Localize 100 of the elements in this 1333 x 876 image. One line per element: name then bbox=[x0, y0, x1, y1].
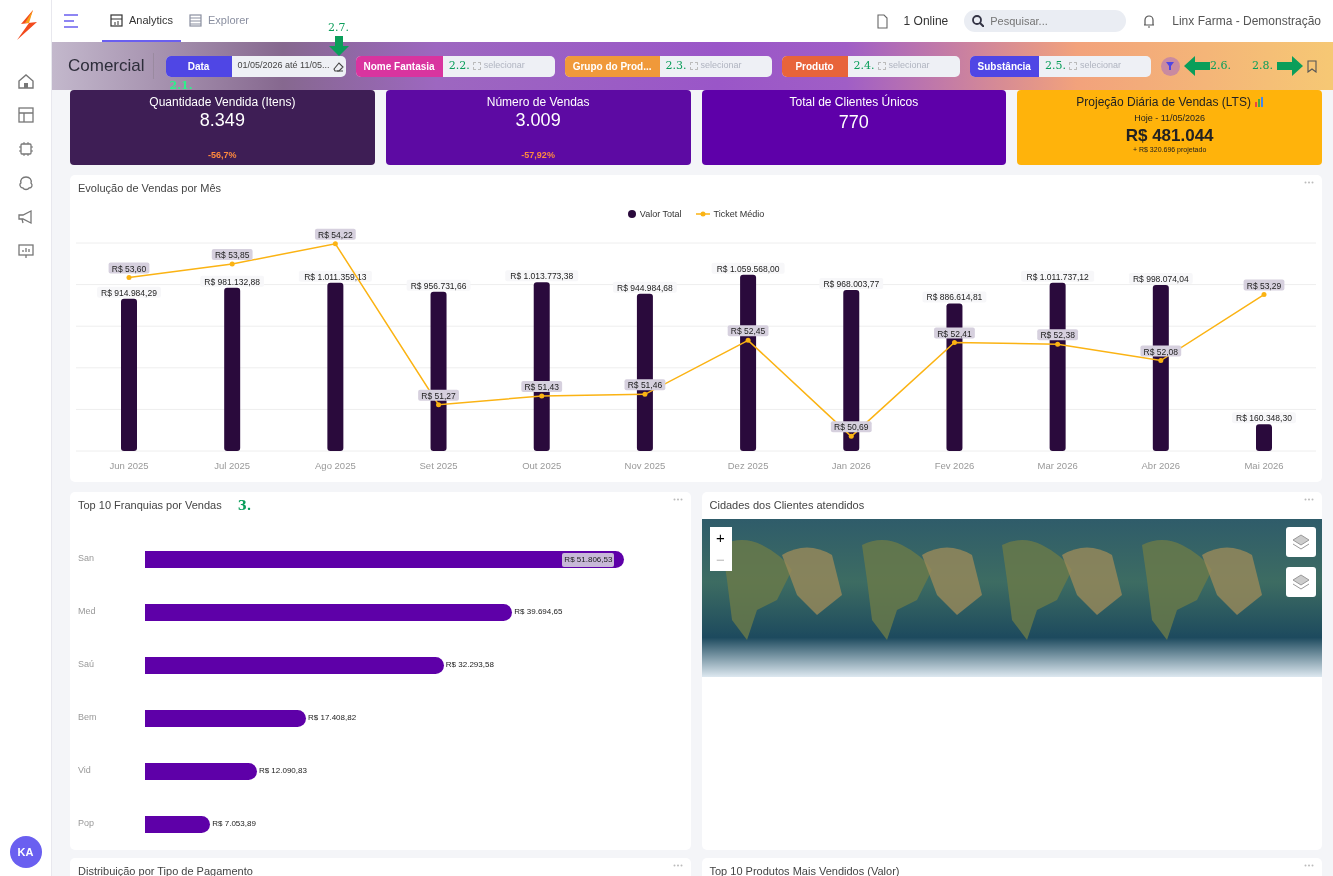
data-label: R$ 51,46 bbox=[627, 380, 663, 391]
filter-label-button[interactable]: Nome Fantasia bbox=[355, 55, 443, 77]
arrow-icon bbox=[1277, 56, 1303, 76]
legend-label: Valor Total bbox=[639, 207, 682, 221]
megaphone-icon[interactable] bbox=[16, 208, 35, 226]
presentation-icon[interactable] bbox=[16, 242, 35, 260]
kpi-title: Total de Clientes Únicos bbox=[789, 93, 919, 111]
axis-label: Jun 2025 bbox=[109, 460, 149, 471]
layers-button[interactable] bbox=[1286, 526, 1316, 557]
nav-tab[interactable]: Explorer bbox=[181, 0, 257, 42]
data-label: R$ 32.293,58 bbox=[444, 659, 495, 671]
filter-label-button[interactable]: Grupo do Prod... bbox=[564, 55, 660, 77]
brain-icon[interactable] bbox=[16, 174, 35, 192]
annotation-label: 2.6. bbox=[1209, 57, 1231, 74]
layers-icon bbox=[1291, 572, 1311, 591]
axis-label: Abr 2026 bbox=[1141, 460, 1181, 471]
data-point bbox=[539, 393, 545, 399]
checkbox-icon bbox=[877, 62, 886, 70]
bar bbox=[1256, 424, 1272, 451]
axis-label: Saú bbox=[77, 658, 95, 672]
search-field[interactable]: Pesquisar... bbox=[964, 10, 1127, 32]
data-point bbox=[1158, 358, 1164, 364]
axis-label: Jan 2026 bbox=[831, 460, 871, 471]
data-label: R$ 51.806,53 bbox=[562, 552, 615, 567]
filter-label-button[interactable]: Data bbox=[165, 55, 232, 77]
chip-icon[interactable] bbox=[16, 140, 35, 158]
data-point bbox=[126, 275, 132, 281]
axis-label: Mai 2026 bbox=[1244, 460, 1284, 471]
axis-label: Out 2025 bbox=[522, 460, 562, 471]
annotation-label: 2.7. bbox=[328, 19, 350, 36]
bookmark-icon[interactable] bbox=[1307, 59, 1317, 73]
data-point bbox=[436, 402, 442, 408]
card-title: Cidades dos Clientes atendidos bbox=[708, 498, 866, 513]
eraser-icon[interactable] bbox=[332, 60, 345, 72]
data-label: R$ 1.059.568,00 bbox=[716, 263, 780, 274]
data-label: R$ 52,41 bbox=[937, 328, 972, 339]
annotation-label: 2.2. bbox=[448, 57, 470, 74]
kpi-value: 8.349 bbox=[199, 111, 245, 131]
annotation-label: 2.5. bbox=[1044, 57, 1066, 74]
legend-label: Ticket Médio bbox=[713, 207, 765, 221]
axis-label: Dez 2025 bbox=[727, 460, 769, 471]
data-label: R$ 998.074,04 bbox=[1132, 273, 1189, 284]
data-point bbox=[642, 391, 648, 397]
filter-select-field[interactable]: 2.2. selecionar bbox=[442, 55, 555, 77]
data-label: R$ 51,43 bbox=[524, 382, 559, 392]
checkbox-icon bbox=[1068, 62, 1077, 70]
filter-value: 01/05/2026 até 11/05... bbox=[237, 59, 330, 73]
axis-label: Nov 2025 bbox=[624, 460, 666, 471]
document-icon[interactable] bbox=[875, 13, 888, 29]
tenant-name[interactable]: Linx Farma - Demonstração bbox=[1172, 12, 1321, 30]
data-label: R$ 51,27 bbox=[421, 390, 456, 401]
data-label: R$ 7.053,89 bbox=[211, 818, 257, 830]
data-point bbox=[1261, 292, 1267, 297]
filter-placeholder: selecionar bbox=[483, 59, 525, 73]
more-icon[interactable] bbox=[1304, 181, 1314, 184]
menu-icon[interactable] bbox=[64, 14, 78, 28]
kpi-title: Número de Vendas bbox=[486, 94, 590, 111]
filter-label-button[interactable]: Produto bbox=[781, 55, 848, 77]
more-icon[interactable] bbox=[672, 498, 683, 501]
data-point bbox=[745, 337, 751, 343]
axis-label: Vid bbox=[77, 764, 92, 778]
chart-title: Top 10 Franquias por Vendas bbox=[77, 498, 223, 513]
filter-label-button[interactable]: Substância bbox=[969, 55, 1039, 77]
data-point bbox=[229, 261, 235, 267]
data-label: R$ 12.090,83 bbox=[257, 765, 308, 777]
kpi-subtitle: Hoje - 11/05/2026 bbox=[1134, 112, 1206, 125]
axis-label: Jul 2025 bbox=[214, 460, 251, 471]
data-label: R$ 160.348,30 bbox=[1236, 413, 1292, 424]
table-icon[interactable] bbox=[16, 106, 35, 124]
filter-button[interactable] bbox=[1160, 56, 1180, 76]
data-point bbox=[1055, 341, 1061, 347]
data-label: R$ 39.694,65 bbox=[513, 606, 564, 618]
data-label: R$ 1.013.773,38 bbox=[510, 271, 574, 282]
layers-button[interactable] bbox=[1286, 566, 1316, 597]
funnel-icon bbox=[1166, 62, 1175, 70]
annotation-label: 2.3. bbox=[665, 57, 687, 74]
user-avatar[interactable]: KA bbox=[9, 836, 42, 868]
more-icon[interactable] bbox=[1304, 498, 1314, 501]
chart-icon bbox=[110, 13, 123, 27]
data-label: R$ 52,38 bbox=[1040, 330, 1075, 341]
axis-label: Mar 2026 bbox=[1037, 460, 1078, 471]
kpi-change: -57,92% bbox=[521, 148, 555, 162]
filter-value-field[interactable]: 01/05/2026 até 11/05... bbox=[231, 55, 346, 77]
arrow-icon bbox=[1183, 56, 1210, 76]
axis-label: Set 2025 bbox=[419, 460, 458, 471]
checkbox-icon bbox=[472, 62, 481, 70]
data-point bbox=[848, 433, 854, 439]
kpi-value: R$ 481.044 bbox=[1125, 126, 1214, 146]
data-point bbox=[332, 241, 338, 247]
more-icon[interactable] bbox=[672, 864, 683, 867]
data-label: R$ 17.408,82 bbox=[307, 712, 358, 724]
home-icon[interactable] bbox=[16, 72, 35, 90]
list-icon bbox=[189, 13, 203, 27]
data-label: R$ 52,08 bbox=[1143, 346, 1179, 357]
axis-label: Bem bbox=[77, 711, 98, 725]
bell-icon[interactable] bbox=[1142, 14, 1157, 28]
more-icon[interactable] bbox=[1304, 864, 1314, 867]
data-label: R$ 956.731,66 bbox=[410, 280, 467, 291]
data-point bbox=[951, 340, 957, 345]
axis-label: Fev 2026 bbox=[934, 460, 975, 471]
